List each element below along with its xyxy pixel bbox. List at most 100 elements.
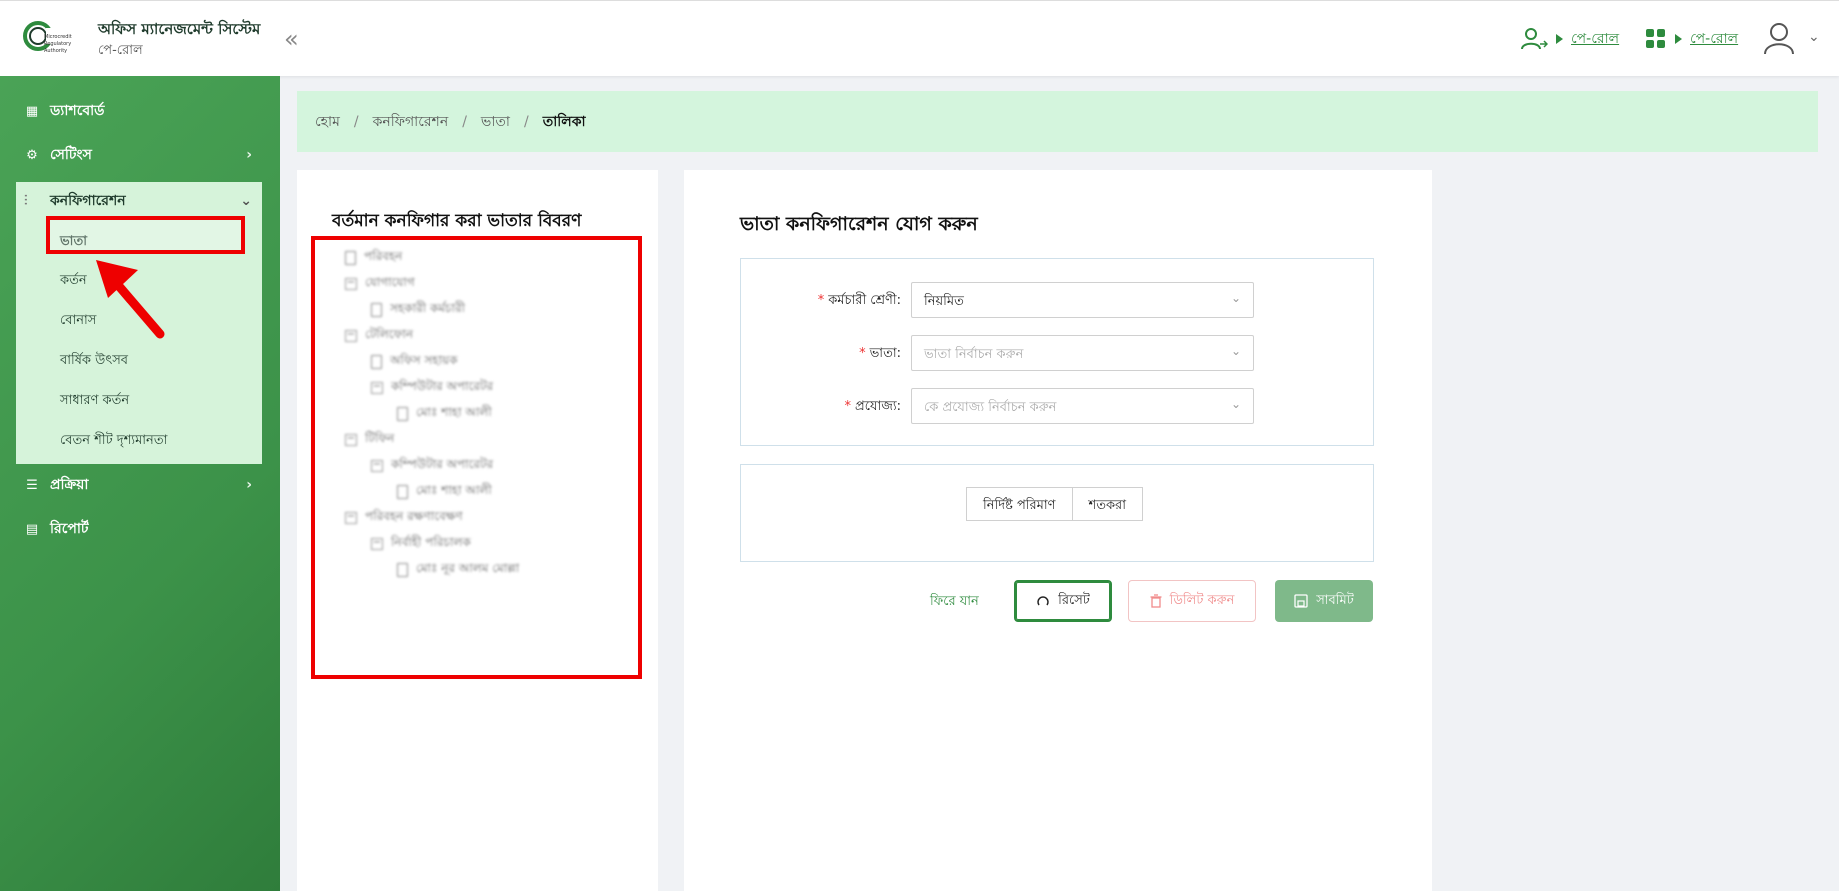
tree-node[interactable]: − যোগাযোগ	[345, 274, 415, 294]
breadcrumb-home[interactable]: হোম	[315, 110, 340, 134]
sidebar: ▦ ড্যাশবোর্ড ⚙ সেটিংস › ⫶ কনফিগারেশন ⌄ ভ…	[0, 76, 280, 891]
mra-logo: Microcredit Regulatory Authority	[23, 21, 72, 54]
employee-class-value: নিয়মিত	[924, 294, 964, 309]
breadcrumb-separator: /	[523, 113, 529, 130]
amount-type-toggle: নির্দিষ্ট পরিমাণ শতকরা	[966, 487, 1143, 521]
sidebar-item-label: কনফিগারেশন	[50, 193, 126, 209]
submit-label: সাবমিট	[1316, 592, 1354, 608]
breadcrumb-current: তালিকা	[542, 113, 586, 130]
apps-grid-icon	[1646, 29, 1665, 48]
collapse-icon[interactable]: −	[345, 434, 357, 446]
double-chevron-left-icon[interactable]: «	[284, 25, 299, 53]
tree-node[interactable]: − পরিবহন রক্ষণাবেক্ষণ	[345, 508, 463, 528]
submenu-item-annual-festival[interactable]: বার্ষিক উৎসব	[60, 351, 128, 372]
tree-node-label: কম্পিউটার অপারেটর	[391, 457, 494, 471]
collapse-icon[interactable]: −	[345, 278, 357, 290]
tree-node[interactable]: পরিবহন	[345, 248, 402, 268]
collapse-icon[interactable]: −	[345, 330, 357, 342]
payroll-apps-link[interactable]: পে-রোল	[1645, 27, 1738, 51]
tree-node[interactable]: সহকারী কর্মচারী	[371, 300, 465, 320]
tree-node[interactable]: মোঃ শাহা আলী	[397, 482, 492, 502]
tree-node[interactable]: মোঃ নূর আলম মোল্লা	[397, 560, 519, 580]
file-icon	[371, 355, 382, 369]
sidebar-item-settings[interactable]: ⚙ সেটিংস ›	[0, 135, 280, 175]
payroll-user-link[interactable]: পে-রোল	[1520, 27, 1619, 51]
sidebar-item-label: প্রক্রিয়া	[50, 477, 89, 493]
app-subtitle: পে-রোল	[98, 43, 143, 58]
caret-right-icon	[1556, 34, 1563, 44]
tree-node-label: সহকারী কর্মচারী	[390, 301, 466, 315]
breadcrumb-configuration[interactable]: কনফিগারেশন	[373, 110, 449, 134]
submit-button[interactable]: সাবমিট	[1275, 580, 1373, 622]
chevron-right-icon: ›	[246, 147, 252, 163]
chevron-down-icon[interactable]: ⌄	[1808, 29, 1820, 45]
add-allowance-form-panel: ভাতা কনফিগারেশন যোগ করুন * কর্মচারী শ্রেণ…	[684, 170, 1432, 891]
chevron-down-icon: ⌄	[1230, 397, 1241, 411]
sidebar-item-dashboard[interactable]: ▦ ড্যাশবোর্ড	[0, 91, 280, 131]
document-icon: ▤	[25, 521, 39, 537]
chevron-down-icon: ⌄	[1230, 291, 1241, 305]
red-arrow-annotation	[96, 260, 165, 339]
payroll-link-label[interactable]: পে-রোল	[1690, 27, 1738, 51]
sidebar-item-process[interactable]: ☰ প্রক্রিয়া ›	[0, 465, 280, 505]
sidebar-item-label: রিপোর্ট	[50, 521, 89, 537]
percentage-option[interactable]: শতকরা	[1072, 487, 1143, 521]
tree-node[interactable]: − নির্বাহী পরিচালক	[371, 534, 471, 554]
tree-node[interactable]: − কম্পিউটার অপারেটর	[371, 378, 493, 398]
highlight-annotation	[46, 216, 245, 254]
collapse-icon[interactable]: −	[371, 538, 383, 550]
applicable-label: * প্রযোজ্য:	[844, 399, 901, 414]
breadcrumb-separator: /	[462, 113, 467, 130]
allowance-select[interactable]: ভাতা নির্বাচন করুন ⌄	[911, 335, 1254, 371]
back-button[interactable]: ফিরে যান	[930, 592, 979, 613]
allowance-placeholder: ভাতা নির্বাচন করুন	[924, 347, 1024, 362]
file-icon	[345, 251, 356, 265]
sidebar-item-configuration[interactable]: ⫶ কনফিগারেশন ⌄	[16, 182, 262, 220]
breadcrumb-allowance[interactable]: ভাতা	[481, 110, 510, 134]
user-switch-icon	[1521, 28, 1548, 50]
submenu-item-salary-sheet-visibility[interactable]: বেতন শীট দৃশ্যমানতা	[60, 431, 167, 452]
applicable-row: * প্রযোজ্য: কে প্রযোজ্য নির্বাচন করুন ⌄	[741, 388, 1375, 424]
chevron-down-icon: ⌄	[1230, 344, 1241, 358]
dashboard-icon: ▦	[25, 103, 39, 119]
allowance-label: * ভাতা:	[859, 346, 901, 361]
gear-icon: ⚙	[26, 147, 38, 163]
amount-type-box: নির্দিষ্ট পরিমাণ শতকরা	[740, 464, 1374, 562]
fixed-amount-option[interactable]: নির্দিষ্ট পরিমাণ	[966, 487, 1073, 521]
tree-node-label: কম্পিউটার অপারেটর	[391, 379, 494, 393]
breadcrumb-separator: /	[353, 113, 359, 130]
tree-node[interactable]: − কম্পিউটার অপারেটর	[371, 456, 493, 476]
submenu-item-bonus[interactable]: বোনাস	[60, 311, 96, 332]
reset-icon	[1037, 596, 1049, 606]
sidebar-item-label: সেটিংস	[50, 147, 92, 163]
file-icon	[397, 485, 408, 499]
delete-button[interactable]: ডিলিট করুন	[1128, 580, 1256, 622]
form-title: ভাতা কনফিগারেশন যোগ করুন	[740, 213, 978, 235]
payroll-link-label[interactable]: পে-রোল	[1571, 27, 1619, 51]
panel-title: বর্তমান কনফিগার করা ভাতার বিবরণ	[332, 211, 582, 231]
form-fields-box: * কর্মচারী শ্রেণী: নিয়মিত ⌄ * ভাতা: ভাতা …	[740, 258, 1374, 446]
allowance-row: * ভাতা: ভাতা নির্বাচন করুন ⌄	[741, 335, 1375, 371]
collapse-icon[interactable]: −	[371, 382, 383, 394]
file-icon	[397, 563, 408, 577]
applicable-select[interactable]: কে প্রযোজ্য নির্বাচন করুন ⌄	[911, 388, 1254, 424]
tree-node[interactable]: মোঃ শাহা আলী	[397, 404, 492, 424]
submenu-item-general-deduction[interactable]: সাধারণ কর্তন	[60, 391, 129, 412]
tree-node-label: যোগাযোগ	[365, 275, 415, 289]
submenu-item-deduction[interactable]: কর্তন	[60, 271, 87, 292]
tree-node[interactable]: অফিস সহায়ক	[371, 352, 458, 372]
allowance-tree-box: পরিবহন − যোগাযোগ সহকারী কর্মচারী − টেলিফোন…	[311, 236, 642, 679]
collapse-icon[interactable]: −	[371, 460, 383, 472]
tree-node-label: টিফিন	[365, 431, 395, 445]
employee-class-select[interactable]: নিয়মিত ⌄	[911, 282, 1254, 318]
user-icon[interactable]	[1762, 21, 1796, 55]
tree-node[interactable]: − টিফিন	[345, 430, 394, 450]
tree-node[interactable]: − টেলিফোন	[345, 326, 413, 346]
reset-button[interactable]: রিসেট	[1014, 580, 1112, 622]
app-title: অফিস ম্যানেজমেন্ট সিস্টেম	[98, 20, 261, 38]
caret-right-icon	[1675, 34, 1682, 44]
collapse-icon[interactable]: −	[345, 512, 357, 524]
sidebar-item-report[interactable]: ▤ রিপোর্ট	[0, 509, 280, 549]
svg-text:Authority: Authority	[44, 48, 67, 54]
file-icon	[371, 303, 382, 317]
